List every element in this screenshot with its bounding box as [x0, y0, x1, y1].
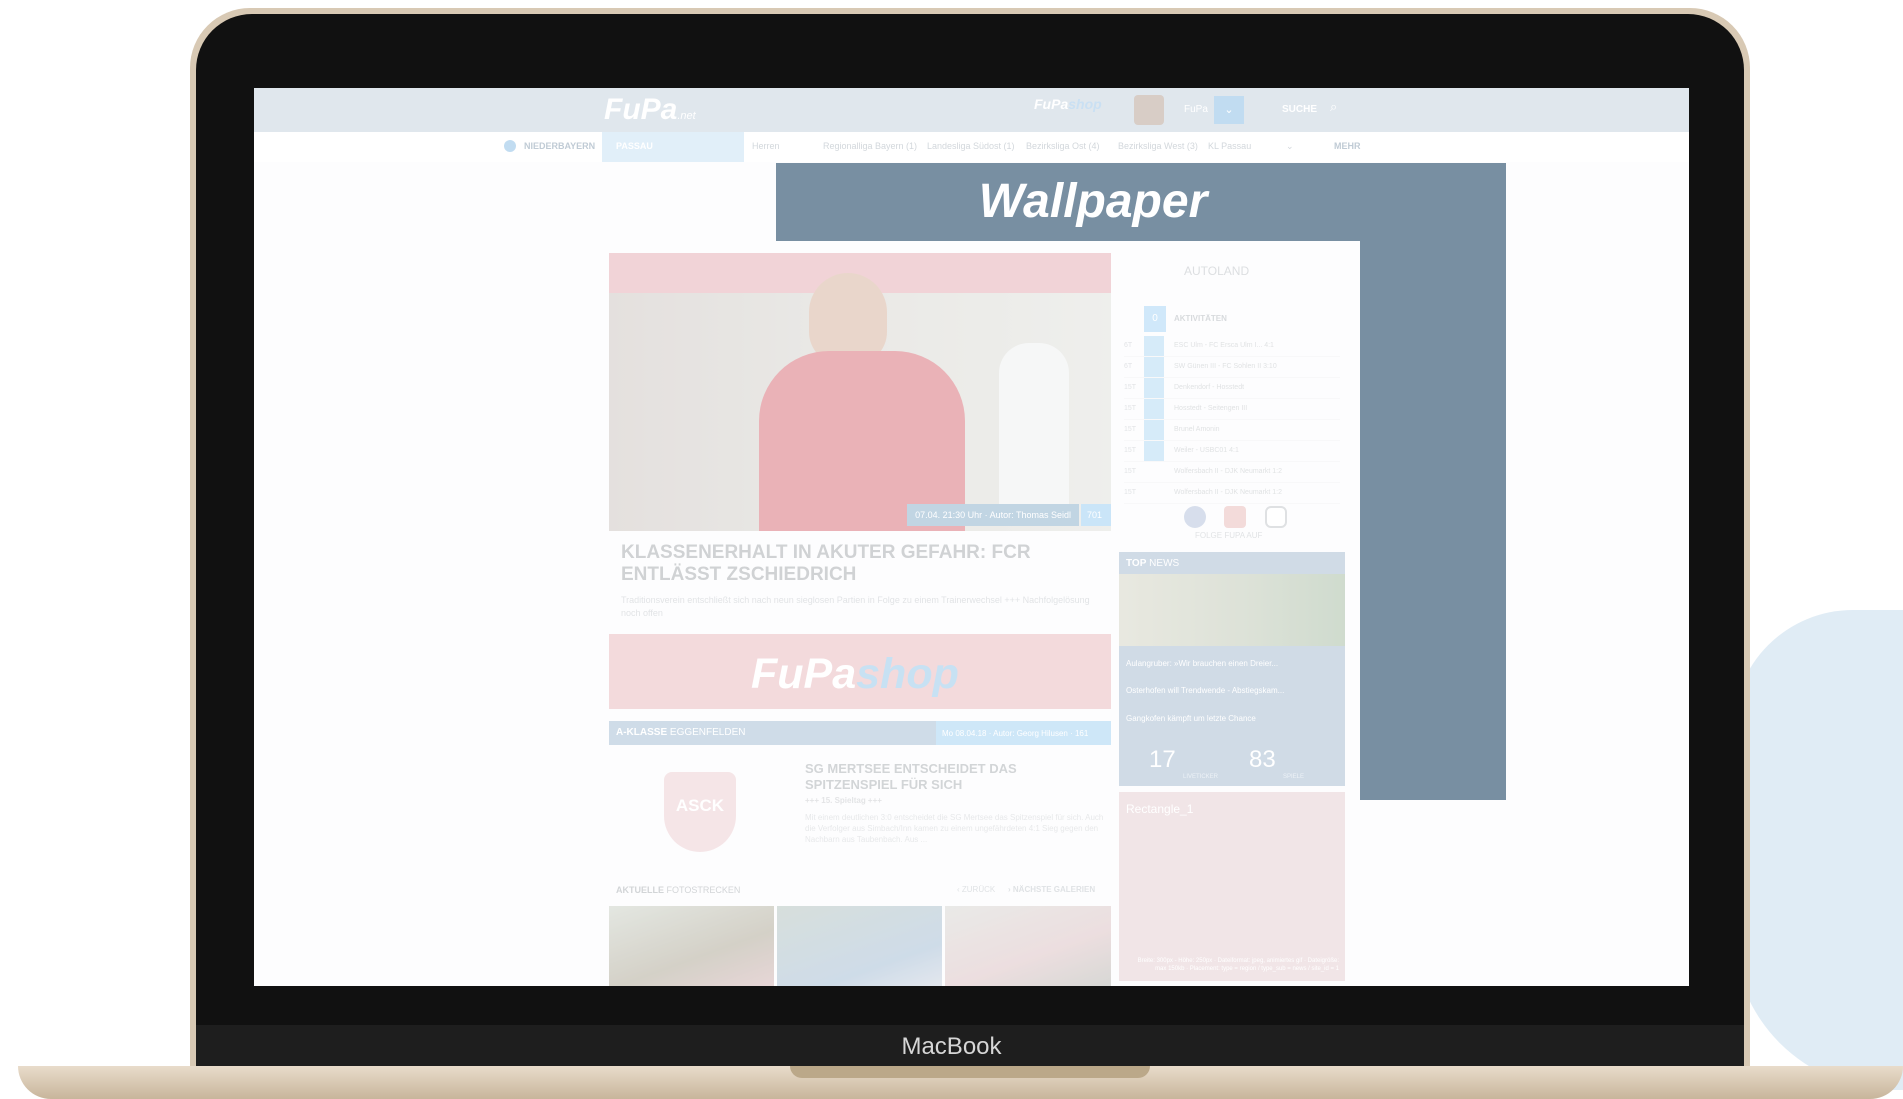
- top-news-image[interactable]: [1119, 574, 1345, 646]
- wallpaper-title: Wallpaper: [978, 175, 1208, 228]
- list-item[interactable]: 15T Denkendorf - Hosstedt: [1124, 378, 1340, 399]
- list-item[interactable]: 6T SW Günen III - FC Sohlen II 3:10: [1124, 357, 1340, 378]
- nav-item-bezirksliga-ost[interactable]: Bezirksliga Ost (4): [1026, 141, 1100, 151]
- league-info: Mo 08.04.18 · Autor: Georg Hilusen · 161: [936, 721, 1111, 745]
- games-label: SPIELE: [1283, 774, 1305, 780]
- stage: MacBook FuPa.net FuPashop FuPa ⌄ SUCHE ⌕…: [0, 0, 1903, 1099]
- chevron-down-icon[interactable]: ⌄: [1286, 141, 1294, 152]
- gallery-title: AKTUELLE FOTOSTRECKEN: [616, 885, 741, 895]
- top-news-item[interactable]: Osterhofen will Trendwende - Abstiegskam…: [1126, 686, 1284, 695]
- hero-teaser: Traditionsverein entschließt sich nach n…: [621, 595, 1090, 618]
- gallery-photo[interactable]: [945, 906, 1111, 986]
- hero-bystander: [999, 343, 1069, 523]
- region-icon: [504, 140, 516, 152]
- sponsor-logo[interactable]: AUTOLAND: [1184, 264, 1249, 278]
- list-item[interactable]: 6T ESC Ulm - FC Ersca Ulm I... 4:1: [1124, 336, 1340, 357]
- search-label[interactable]: SUCHE: [1282, 104, 1317, 115]
- article-subtitle: +++ 15. Spieltag +++: [805, 796, 882, 805]
- hero-view-count: 701: [1081, 504, 1111, 526]
- gallery-photo[interactable]: [777, 906, 942, 986]
- nav-region[interactable]: NIEDERBAYERN: [524, 141, 595, 151]
- gallery-next[interactable]: › NÄCHSTE GALERIEN: [1008, 885, 1095, 894]
- article-text: Mit einem deutlichen 3:0 entscheidet die…: [805, 813, 1104, 844]
- liveticker-label: LIVETICKER: [1183, 774, 1219, 780]
- liveticker-count[interactable]: 17: [1149, 746, 1176, 774]
- laptop-brand: MacBook: [901, 1033, 1002, 1060]
- list-item[interactable]: 15T Hosstedt - Seitengen III: [1124, 399, 1340, 420]
- club-badge: ASCK: [664, 772, 736, 852]
- nav-item-regionalliga[interactable]: Regionalliga Bayern (1): [823, 141, 917, 151]
- activity-list: 6T ESC Ulm - FC Ersca Ulm I... 4:1 6T SW G…: [1124, 336, 1340, 504]
- sub-navigation: NIEDERBAYERN PASSAU Herren Regionalliga …: [254, 132, 1689, 162]
- ad-note: Breite: 300px - Höhe: 250px · Dateiforma…: [1137, 958, 1339, 972]
- site-logo[interactable]: FuPa.net: [604, 93, 696, 127]
- league-bar[interactable]: A-KLASSE EGGENFELDEN Mo 08.04.18 · Autor…: [609, 721, 1111, 745]
- top-news-item[interactable]: Gangkofen kämpft um letzte Chance: [1126, 714, 1256, 723]
- list-item[interactable]: 15T Weiler - USBC01 4:1: [1124, 441, 1340, 462]
- nav-item-herren[interactable]: Herren: [752, 141, 780, 151]
- top-news: TOP NEWS Aulangruber: »Wir brauchen eine…: [1119, 552, 1345, 786]
- nav-item-landesliga[interactable]: Landesliga Südost (1): [927, 141, 1015, 151]
- hero-image[interactable]: 07.04. 21:30 Uhr · Autor: Thomas Seidl 7…: [609, 253, 1111, 531]
- gallery-back[interactable]: ‹ ZURÜCK: [957, 885, 995, 894]
- hero-meta: 07.04. 21:30 Uhr · Autor: Thomas Seidl: [907, 504, 1079, 526]
- nav-item-kl-passau[interactable]: KL Passau: [1208, 141, 1251, 151]
- list-item[interactable]: 15T Wolfersbach II - DJK Neumarkt 1:2: [1124, 462, 1340, 483]
- hero-headline[interactable]: KLASSENERHALT IN AKUTER GEFAHR: FCR ENTL…: [621, 542, 1091, 586]
- user-label[interactable]: FuPa: [1184, 104, 1208, 115]
- laptop-notch: [790, 1066, 1150, 1078]
- gallery-photo[interactable]: [609, 906, 774, 986]
- top-news-item[interactable]: Aulangruber: »Wir brauchen einen Dreier.…: [1126, 659, 1278, 668]
- social-links: [1184, 506, 1301, 533]
- ad-rectangle[interactable]: Rectangle_1 Breite: 300px - Höhe: 250px …: [1119, 792, 1345, 981]
- article-title[interactable]: SG MERTSEE ENTSCHEIDET DAS SPITZENSPIEL …: [805, 761, 1105, 793]
- shop-banner[interactable]: FuPashop: [609, 634, 1111, 709]
- site-header: FuPa.net FuPashop FuPa ⌄ SUCHE ⌕: [254, 88, 1689, 132]
- screen: FuPa.net FuPashop FuPa ⌄ SUCHE ⌕ NIEDERB…: [254, 88, 1689, 986]
- facebook-icon[interactable]: [1184, 506, 1206, 528]
- nav-active-district[interactable]: PASSAU: [602, 132, 744, 162]
- user-avatar[interactable]: [1134, 95, 1164, 125]
- background-shape: [1733, 610, 1903, 1090]
- games-count[interactable]: 83: [1249, 746, 1276, 774]
- ad-label: Rectangle_1: [1126, 802, 1194, 816]
- nav-more[interactable]: MEHR: [1334, 141, 1361, 151]
- follow-label: FOLGE FUPA AUF: [1195, 531, 1263, 540]
- list-item[interactable]: 15T Wolfersbach II - DJK Neumarkt 1:2: [1124, 483, 1340, 504]
- nav-item-bezirksliga-west[interactable]: Bezirksliga West (3): [1118, 141, 1198, 151]
- shop-logo[interactable]: FuPashop: [1034, 96, 1102, 112]
- youtube-icon[interactable]: [1224, 506, 1247, 528]
- activity-count: 0: [1144, 306, 1166, 332]
- activity-label: AKTIVITÄTEN: [1174, 314, 1227, 323]
- top-news-title: TOP NEWS: [1126, 558, 1180, 569]
- list-item[interactable]: 15T Brunel Amonin: [1124, 420, 1340, 441]
- chevron-down-icon[interactable]: ⌄: [1214, 96, 1244, 124]
- search-icon[interactable]: ⌕: [1330, 99, 1337, 115]
- instagram-icon[interactable]: [1264, 506, 1287, 528]
